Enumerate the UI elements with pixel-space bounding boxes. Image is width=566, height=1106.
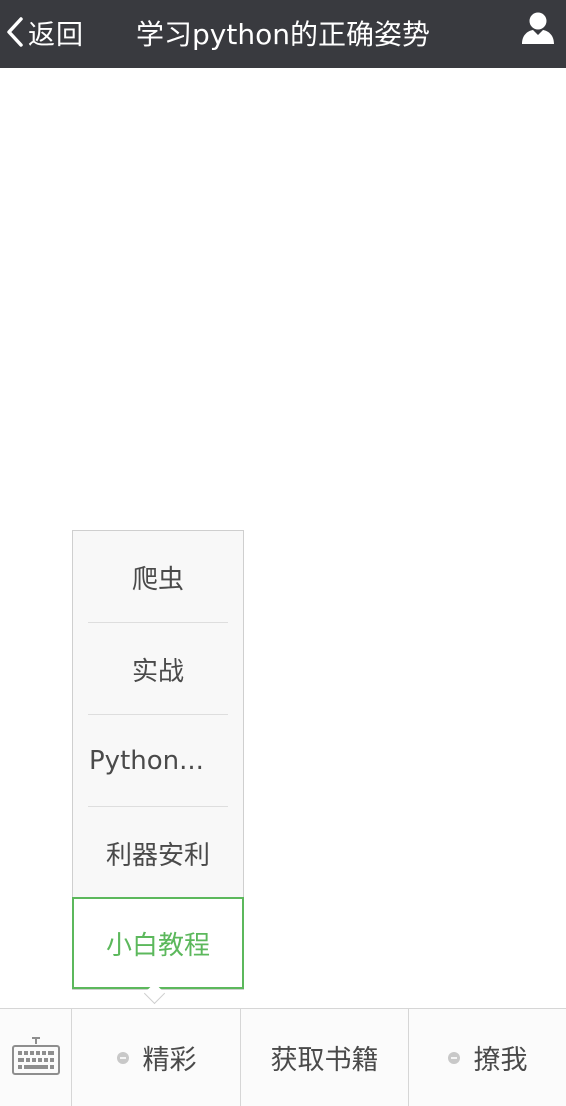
- submenu-item-practice[interactable]: 实战: [73, 623, 243, 715]
- submenu-popup: 爬虫 实战 Python... 利器安利 小白教程: [72, 530, 244, 990]
- keyboard-toggle-button[interactable]: [0, 1009, 72, 1106]
- submenu-item-python[interactable]: Python...: [73, 715, 243, 807]
- chevron-left-icon: [6, 16, 24, 48]
- submenu-item-beginner-tutorial[interactable]: 小白教程: [72, 897, 244, 989]
- menu-button-label: 获取书籍: [270, 1045, 379, 1076]
- submenu-indicator-icon: [447, 1051, 460, 1064]
- submenu-item-label: 小白教程: [105, 930, 210, 961]
- submenu-item-crawler[interactable]: 爬虫: [73, 531, 243, 623]
- submenu-item-label: 实战: [131, 656, 184, 687]
- menu-button-featured[interactable]: 精彩: [73, 1009, 241, 1106]
- submenu-indicator-icon: [116, 1051, 129, 1064]
- submenu-item-label: Python...: [89, 746, 204, 776]
- user-icon[interactable]: [520, 10, 556, 46]
- back-button[interactable]: 返回: [6, 10, 84, 54]
- menu-button-label: 撩我: [473, 1045, 528, 1076]
- menu-button-label: 精彩: [142, 1045, 197, 1076]
- top-navigation-bar: 返回 学习python的正确姿势: [0, 0, 566, 68]
- menu-button-contact[interactable]: 撩我: [409, 1009, 566, 1106]
- back-label: 返回: [28, 19, 84, 51]
- page-title: 学习python的正确姿势: [136, 18, 430, 51]
- submenu-item-tools[interactable]: 利器安利: [73, 807, 243, 899]
- submenu-item-label: 爬虫: [131, 564, 184, 595]
- menu-button-get-books[interactable]: 获取书籍: [241, 1009, 409, 1106]
- submenu-item-label: 利器安利: [105, 840, 210, 871]
- keyboard-icon: [11, 1036, 61, 1080]
- bottom-menu-bar: 精彩 获取书籍 撩我: [0, 1008, 566, 1106]
